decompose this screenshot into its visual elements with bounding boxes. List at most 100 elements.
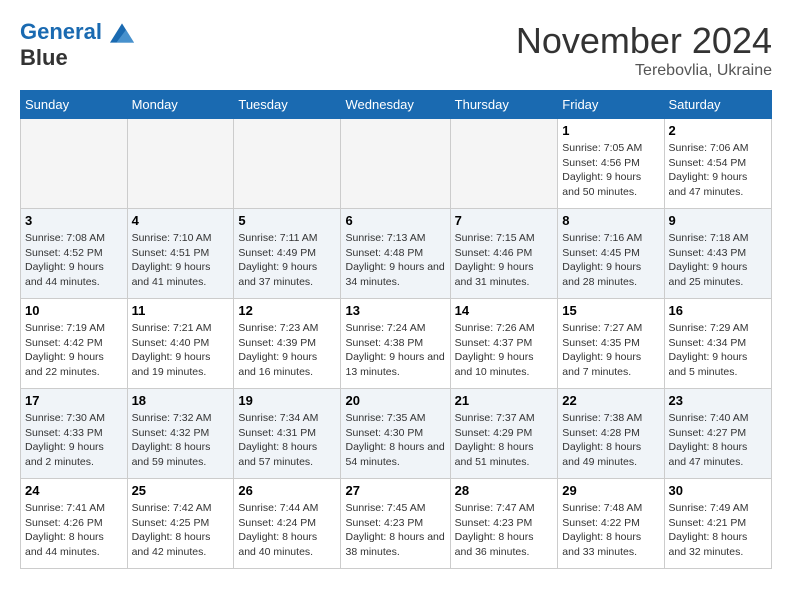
calendar-cell: 6 Sunrise: 7:13 AM Sunset: 4:48 PM Daylig… [341,209,450,299]
calendar-cell: 10 Sunrise: 7:19 AM Sunset: 4:42 PM Dayli… [21,299,128,389]
day-number: 8 [562,213,659,228]
day-number: 27 [345,483,445,498]
calendar-cell [450,119,558,209]
day-info: Sunrise: 7:49 AM Sunset: 4:21 PM Dayligh… [669,501,767,560]
calendar-cell: 8 Sunrise: 7:16 AM Sunset: 4:45 PM Daylig… [558,209,664,299]
day-info: Sunrise: 7:13 AM Sunset: 4:48 PM Dayligh… [345,231,445,290]
calendar-cell: 18 Sunrise: 7:32 AM Sunset: 4:32 PM Dayli… [127,389,234,479]
day-number: 16 [669,303,767,318]
day-info: Sunrise: 7:32 AM Sunset: 4:32 PM Dayligh… [132,411,230,470]
calendar-cell: 12Sunrise: 7:23 AM Sunset: 4:39 PM Dayli… [234,299,341,389]
day-number: 20 [345,393,445,408]
weekday-header: Sunday [21,91,128,119]
calendar-cell: 30 Sunrise: 7:49 AM Sunset: 4:21 PM Dayli… [664,479,771,569]
calendar-cell: 17Sunrise: 7:30 AM Sunset: 4:33 PM Dayli… [21,389,128,479]
day-info: Sunrise: 7:41 AM Sunset: 4:26 PM Dayligh… [25,501,123,560]
calendar-week-row: 3 Sunrise: 7:08 AM Sunset: 4:52 PM Daylig… [21,209,772,299]
calendar-cell [21,119,128,209]
weekday-header: Tuesday [234,91,341,119]
day-number: 6 [345,213,445,228]
calendar-cell: 9 Sunrise: 7:18 AM Sunset: 4:43 PM Daylig… [664,209,771,299]
calendar-cell: 22Sunrise: 7:38 AM Sunset: 4:28 PM Dayli… [558,389,664,479]
calendar-cell: 19 Sunrise: 7:34 AM Sunset: 4:31 PM Dayli… [234,389,341,479]
calendar-cell: 7 Sunrise: 7:15 AM Sunset: 4:46 PM Daylig… [450,209,558,299]
day-info: Sunrise: 7:19 AM Sunset: 4:42 PM Dayligh… [25,321,123,380]
day-number: 11 [132,303,230,318]
logo-text: General [20,20,134,45]
day-number: 3 [25,213,123,228]
calendar-cell: 2 Sunrise: 7:06 AM Sunset: 4:54 PM Daylig… [664,119,771,209]
calendar-cell: 27Sunrise: 7:45 AM Sunset: 4:23 PM Dayli… [341,479,450,569]
day-info: Sunrise: 7:37 AM Sunset: 4:29 PM Dayligh… [455,411,554,470]
day-number: 28 [455,483,554,498]
weekday-header: Friday [558,91,664,119]
day-info: Sunrise: 7:06 AM Sunset: 4:54 PM Dayligh… [669,141,767,200]
weekday-header: Monday [127,91,234,119]
day-info: Sunrise: 7:15 AM Sunset: 4:46 PM Dayligh… [455,231,554,290]
calendar-cell: 5 Sunrise: 7:11 AM Sunset: 4:49 PM Daylig… [234,209,341,299]
day-info: Sunrise: 7:18 AM Sunset: 4:43 PM Dayligh… [669,231,767,290]
day-info: Sunrise: 7:44 AM Sunset: 4:24 PM Dayligh… [238,501,336,560]
day-info: Sunrise: 7:34 AM Sunset: 4:31 PM Dayligh… [238,411,336,470]
day-info: Sunrise: 7:27 AM Sunset: 4:35 PM Dayligh… [562,321,659,380]
day-number: 1 [562,123,659,138]
day-info: Sunrise: 7:29 AM Sunset: 4:34 PM Dayligh… [669,321,767,380]
day-number: 7 [455,213,554,228]
day-number: 23 [669,393,767,408]
day-info: Sunrise: 7:40 AM Sunset: 4:27 PM Dayligh… [669,411,767,470]
day-number: 5 [238,213,336,228]
day-number: 26 [238,483,336,498]
calendar-cell: 16 Sunrise: 7:29 AM Sunset: 4:34 PM Dayli… [664,299,771,389]
day-info: Sunrise: 7:16 AM Sunset: 4:45 PM Dayligh… [562,231,659,290]
day-number: 19 [238,393,336,408]
logo-line2: Blue [20,45,134,71]
calendar-cell: 24 Sunrise: 7:41 AM Sunset: 4:26 PM Dayli… [21,479,128,569]
day-info: Sunrise: 7:05 AM Sunset: 4:56 PM Dayligh… [562,141,659,200]
day-number: 15 [562,303,659,318]
calendar-table: SundayMondayTuesdayWednesdayThursdayFrid… [20,90,772,569]
title-section: November 2024 Terebovlia, Ukraine [516,20,772,80]
calendar-cell: 14 Sunrise: 7:26 AM Sunset: 4:37 PM Dayli… [450,299,558,389]
calendar-cell: 13 Sunrise: 7:24 AM Sunset: 4:38 PM Dayli… [341,299,450,389]
calendar-cell: 3 Sunrise: 7:08 AM Sunset: 4:52 PM Daylig… [21,209,128,299]
calendar-cell: 20 Sunrise: 7:35 AM Sunset: 4:30 PM Dayli… [341,389,450,479]
calendar-week-row: 17Sunrise: 7:30 AM Sunset: 4:33 PM Dayli… [21,389,772,479]
day-number: 18 [132,393,230,408]
calendar-cell: 4Sunrise: 7:10 AM Sunset: 4:51 PM Daylig… [127,209,234,299]
day-info: Sunrise: 7:38 AM Sunset: 4:28 PM Dayligh… [562,411,659,470]
day-info: Sunrise: 7:24 AM Sunset: 4:38 PM Dayligh… [345,321,445,380]
calendar-cell [234,119,341,209]
calendar-cell: 11 Sunrise: 7:21 AM Sunset: 4:40 PM Dayli… [127,299,234,389]
day-info: Sunrise: 7:26 AM Sunset: 4:37 PM Dayligh… [455,321,554,380]
day-number: 25 [132,483,230,498]
day-number: 14 [455,303,554,318]
month-title: November 2024 [516,20,772,62]
logo-icon [110,21,134,45]
day-info: Sunrise: 7:35 AM Sunset: 4:30 PM Dayligh… [345,411,445,470]
weekday-header: Thursday [450,91,558,119]
calendar-cell: 23 Sunrise: 7:40 AM Sunset: 4:27 PM Dayli… [664,389,771,479]
day-info: Sunrise: 7:48 AM Sunset: 4:22 PM Dayligh… [562,501,659,560]
day-number: 12 [238,303,336,318]
day-number: 24 [25,483,123,498]
weekday-header: Wednesday [341,91,450,119]
day-number: 9 [669,213,767,228]
day-number: 13 [345,303,445,318]
day-number: 29 [562,483,659,498]
day-number: 30 [669,483,767,498]
day-number: 21 [455,393,554,408]
calendar-cell: 26 Sunrise: 7:44 AM Sunset: 4:24 PM Dayli… [234,479,341,569]
day-info: Sunrise: 7:10 AM Sunset: 4:51 PM Dayligh… [132,231,230,290]
calendar-week-row: 24 Sunrise: 7:41 AM Sunset: 4:26 PM Dayli… [21,479,772,569]
day-number: 17 [25,393,123,408]
logo: General Blue [20,20,134,71]
day-info: Sunrise: 7:08 AM Sunset: 4:52 PM Dayligh… [25,231,123,290]
calendar-cell [127,119,234,209]
day-number: 2 [669,123,767,138]
location: Terebovlia, Ukraine [516,62,772,80]
calendar-cell: 15 Sunrise: 7:27 AM Sunset: 4:35 PM Dayli… [558,299,664,389]
calendar-week-row: 10 Sunrise: 7:19 AM Sunset: 4:42 PM Dayli… [21,299,772,389]
day-number: 10 [25,303,123,318]
day-info: Sunrise: 7:21 AM Sunset: 4:40 PM Dayligh… [132,321,230,380]
day-info: Sunrise: 7:11 AM Sunset: 4:49 PM Dayligh… [238,231,336,290]
